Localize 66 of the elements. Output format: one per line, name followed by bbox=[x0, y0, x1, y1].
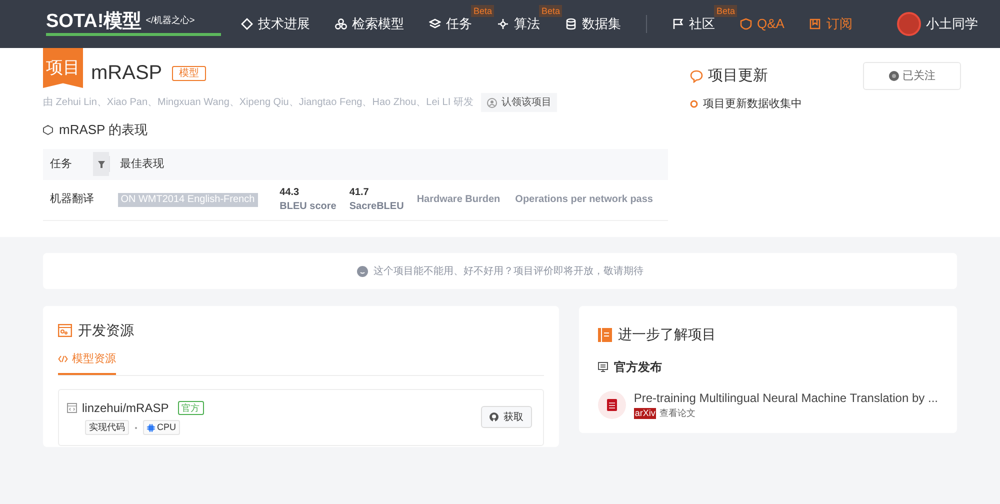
source-label: arXiv bbox=[634, 408, 656, 420]
get-button[interactable]: 获取 bbox=[480, 406, 532, 428]
repo-name[interactable]: linzehui/mRASP bbox=[82, 399, 169, 417]
beta-badge: Beta bbox=[539, 5, 562, 18]
nav-link[interactable]: 技术进展 bbox=[241, 14, 310, 34]
section-title: 项目更新 bbox=[708, 66, 768, 86]
notebook-icon bbox=[598, 328, 612, 342]
avatar[interactable] bbox=[897, 12, 921, 36]
subsection-title: 官方发布 bbox=[614, 359, 662, 376]
metric-label: BLEU score bbox=[280, 200, 336, 214]
layers-icon bbox=[429, 18, 441, 30]
circle-bullet-icon bbox=[690, 100, 698, 108]
beta-badge: Beta bbox=[714, 5, 737, 18]
project-corner-label: 项目 bbox=[43, 48, 83, 88]
user-icon bbox=[487, 98, 498, 108]
section-title: 开发资源 bbox=[78, 321, 134, 340]
authors: 由 Zehui Lin、Xiao Pan、Mingxuan Wang、Xipeng Qiu、Jiangtao Feng、Hao Zhou、Lei LI 研发 bbox=[43, 96, 474, 110]
hexagon-icon bbox=[43, 124, 53, 135]
paper-title[interactable]: Pre-training Multilingual Neural Machine Translation by ... bbox=[634, 389, 938, 407]
monitor-icon bbox=[598, 362, 608, 372]
notice-text: 这个项目能不能用、好不好用？项目评价即将开放，敬请期待 bbox=[374, 264, 644, 278]
beta-badge: Beta bbox=[471, 5, 494, 18]
database-icon bbox=[565, 18, 577, 30]
nav-link[interactable]: 社区 bbox=[672, 14, 715, 34]
metric-value: 41.7 bbox=[349, 186, 370, 200]
column-header: 任务 bbox=[49, 156, 73, 172]
update-item: 项目更新数据收集中 bbox=[703, 96, 802, 112]
official-badge: 官方 bbox=[178, 401, 204, 415]
shield-icon bbox=[740, 18, 752, 30]
paper-link[interactable]: 查看论文 bbox=[659, 407, 696, 420]
diamond-icon bbox=[241, 18, 253, 30]
nav-link[interactable]: 数据集 bbox=[565, 14, 621, 34]
filter-icon bbox=[98, 160, 104, 168]
nav-link[interactable]: 订阅 bbox=[809, 14, 852, 34]
column-header: 最佳表现 bbox=[109, 156, 164, 172]
metric-label: SacreBLEU bbox=[349, 200, 404, 214]
logo-tag: </机器之心> bbox=[146, 16, 195, 25]
follow-button[interactable]: 已关注 bbox=[863, 62, 961, 90]
nav-link[interactable]: 任务 bbox=[429, 14, 472, 34]
metric-label: Operations per network pass bbox=[515, 193, 653, 207]
metric-label: Hardware Burden bbox=[416, 193, 500, 207]
document-icon bbox=[606, 398, 617, 411]
logo[interactable]: SOTA!模型 bbox=[46, 12, 142, 31]
filter-button[interactable] bbox=[93, 152, 109, 176]
tag: 实现代码 bbox=[85, 420, 129, 435]
code-file-icon bbox=[67, 403, 77, 413]
task-name: 机器翻译 bbox=[49, 192, 95, 208]
username[interactable]: 小土同学 bbox=[926, 14, 978, 34]
nodes-icon bbox=[335, 18, 347, 30]
metric-value: 44.3 bbox=[280, 186, 300, 200]
section-title: mRASP 的表现 bbox=[59, 121, 148, 139]
speech-bubble-icon bbox=[690, 70, 703, 82]
nav-link[interactable]: Q&A bbox=[740, 14, 784, 34]
nav-link[interactable]: 算法 bbox=[497, 14, 540, 34]
flag-icon bbox=[672, 18, 684, 30]
claim-button[interactable]: 认领该项目 bbox=[481, 93, 558, 112]
code-icon bbox=[58, 355, 68, 364]
section-title: 进一步了解项目 bbox=[618, 325, 716, 344]
type-tag: 模型 bbox=[172, 66, 206, 80]
window-icon bbox=[58, 324, 72, 337]
chip-icon bbox=[147, 424, 155, 432]
bookmark-icon bbox=[809, 18, 822, 30]
nav-link[interactable]: 检索模型 bbox=[335, 14, 404, 34]
tag: CPU bbox=[143, 420, 180, 435]
dot-separator-icon bbox=[135, 426, 137, 428]
project-title: mRASP bbox=[91, 63, 162, 83]
